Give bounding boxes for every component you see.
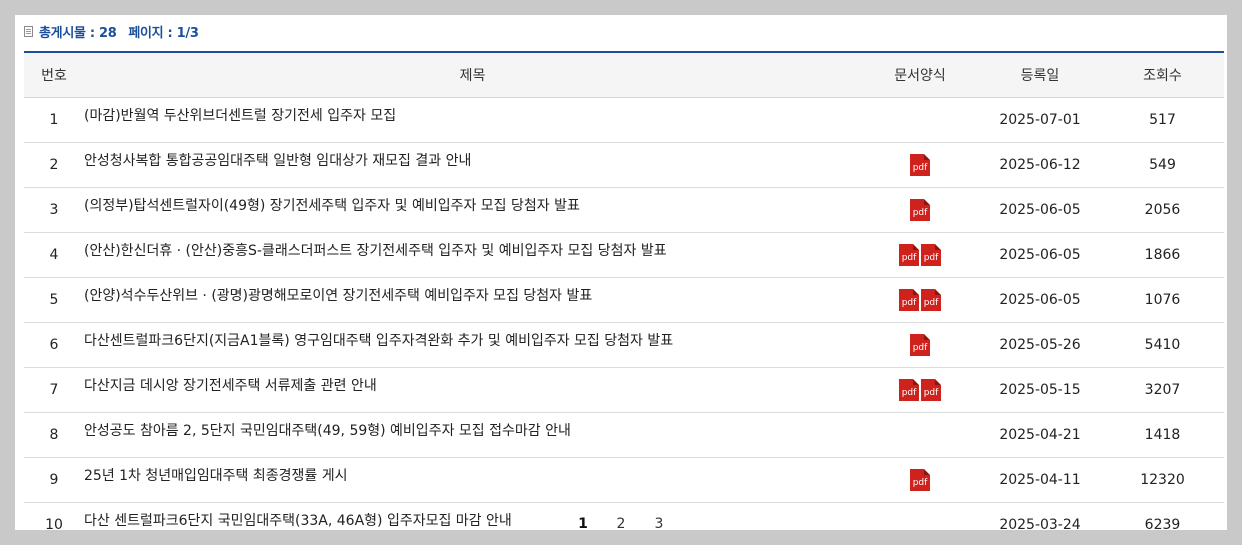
row-attachments: pdf [861,187,979,233]
row-attachments: pdf [861,457,979,503]
header-number: 번호 [24,52,84,98]
pdf-file-icon[interactable]: pdf [899,244,919,266]
row-attachments: pdf [861,322,979,368]
pdf-file-icon[interactable]: pdf [899,289,919,311]
row-views: 1866 [1101,232,1224,278]
row-views: 5410 [1101,322,1224,368]
pdf-file-icon[interactable]: pdf [921,244,941,266]
row-attachments: pdf pdf [861,232,979,278]
row-number: 5 [24,277,84,323]
pdf-file-icon[interactable]: pdf [899,379,919,401]
page-indicator: 페이지 : 1/3 [128,25,199,41]
row-number: 4 [24,232,84,278]
row-title-cell: 다산지금 데시앙 장기전세주택 서류제출 관련 안내 [84,367,861,413]
post-title-link[interactable]: (안양)석수두산위브 · (광명)광명해모로이연 장기전세주택 예비입주자 모집… [84,288,592,304]
table-header-row: 번호 제목 문서양식 등록일 조회수 [24,52,1224,98]
post-title-link[interactable]: 안성공도 참아름 2, 5단지 국민임대주택(49, 59형) 예비입주자 모집… [84,423,571,439]
row-number: 3 [24,187,84,233]
row-date: 2025-07-01 [979,97,1101,143]
row-attachments [861,412,979,458]
board-summary: 총게시물 : 28 페이지 : 1/3 [24,21,199,41]
summary-gap [120,24,124,39]
table-row: 9 25년 1차 청년매입임대주택 최종경쟁률 게시 pdf 2025-04-11 12… [24,457,1224,503]
document-list-icon [24,25,33,37]
table-row: 7 다산지금 데시앙 장기전세주택 서류제출 관련 안내 pdf pdf 2025-05… [24,367,1224,413]
pagination: 123 [15,516,1227,530]
row-title-cell: (안산)한신더휴 · (안산)중흥S-클래스더퍼스트 장기전세주택 입주자 및 … [84,232,861,278]
table-row: 3 (의정부)탑석센트럴자이(49형) 장기전세주택 입주자 및 예비입주자 모집… [24,187,1224,233]
post-title-link[interactable]: 다산센트럴파크6단지(지금A1블록) 영구임대주택 입주자격완화 추가 및 예비… [84,333,673,349]
table-row: 4 (안산)한신더휴 · (안산)중흥S-클래스더퍼스트 장기전세주택 입주자 및… [24,232,1224,278]
board-table: 번호 제목 문서양식 등록일 조회수 1 (마감)반월역 두산위브더센트럴 장기전… [24,51,1224,530]
pdf-file-icon[interactable]: pdf [910,334,930,356]
row-views: 12320 [1101,457,1224,503]
total-count: 총게시물 : 28 [39,25,117,41]
table-row: 8 안성공도 참아름 2, 5단지 국민임대주택(49, 59형) 예비입주자 모… [24,412,1224,458]
row-date: 2025-06-05 [979,232,1101,278]
row-title-cell: 안성공도 참아름 2, 5단지 국민임대주택(49, 59형) 예비입주자 모집… [84,412,861,458]
row-title-cell: 다산센트럴파크6단지(지금A1블록) 영구임대주택 입주자격완화 추가 및 예비… [84,322,861,368]
pdf-file-icon[interactable]: pdf [910,469,930,491]
row-views: 549 [1101,142,1224,188]
page-link-3[interactable]: 3 [640,516,678,530]
pdf-file-icon[interactable]: pdf [921,379,941,401]
board-panel: 총게시물 : 28 페이지 : 1/3 번호 제목 문서양식 등록일 조회수 1… [15,15,1227,530]
header-date: 등록일 [979,52,1101,98]
table-row: 1 (마감)반월역 두산위브더센트럴 장기전세 입주자 모집 2025-07-01 5… [24,97,1224,143]
row-views: 1418 [1101,412,1224,458]
row-date: 2025-05-26 [979,322,1101,368]
row-title-cell: 25년 1차 청년매입임대주택 최종경쟁률 게시 [84,457,861,503]
row-date: 2025-06-05 [979,187,1101,233]
header-title: 제목 [84,52,861,98]
post-title-link[interactable]: 다산지금 데시앙 장기전세주택 서류제출 관련 안내 [84,378,377,394]
pdf-file-icon[interactable]: pdf [910,154,930,176]
post-title-link[interactable]: (의정부)탑석센트럴자이(49형) 장기전세주택 입주자 및 예비입주자 모집 … [84,198,580,214]
row-date: 2025-04-11 [979,457,1101,503]
row-number: 1 [24,97,84,143]
row-attachments: pdf pdf [861,367,979,413]
row-number: 8 [24,412,84,458]
pdf-file-icon[interactable]: pdf [910,199,930,221]
table-row: 2 안성청사복합 통합공공임대주택 일반형 임대상가 재모집 결과 안내 pdf 20… [24,142,1224,188]
row-attachments: pdf pdf [861,277,979,323]
row-views: 1076 [1101,277,1224,323]
row-title-cell: (의정부)탑석센트럴자이(49형) 장기전세주택 입주자 및 예비입주자 모집 … [84,187,861,233]
row-views: 3207 [1101,367,1224,413]
row-title-cell: 안성청사복합 통합공공임대주택 일반형 임대상가 재모집 결과 안내 [84,142,861,188]
row-date: 2025-04-21 [979,412,1101,458]
table-body: 1 (마감)반월역 두산위브더센트럴 장기전세 입주자 모집 2025-07-01 5… [24,97,1224,530]
header-views: 조회수 [1101,52,1224,98]
row-title-cell: (마감)반월역 두산위브더센트럴 장기전세 입주자 모집 [84,97,861,143]
table-row: 6 다산센트럴파크6단지(지금A1블록) 영구임대주택 입주자격완화 추가 및 예… [24,322,1224,368]
row-number: 2 [24,142,84,188]
row-number: 9 [24,457,84,503]
table-row: 5 (안양)석수두산위브 · (광명)광명해모로이연 장기전세주택 예비입주자 모… [24,277,1224,323]
row-views: 517 [1101,97,1224,143]
row-number: 6 [24,322,84,368]
pdf-file-icon[interactable]: pdf [921,289,941,311]
header-document-form: 문서양식 [861,52,979,98]
row-number: 7 [24,367,84,413]
row-attachments: pdf [861,142,979,188]
page-link-1[interactable]: 1 [564,516,602,530]
post-title-link[interactable]: (마감)반월역 두산위브더센트럴 장기전세 입주자 모집 [84,108,396,124]
post-title-link[interactable]: 안성청사복합 통합공공임대주택 일반형 임대상가 재모집 결과 안내 [84,153,471,169]
row-attachments [861,97,979,143]
post-title-link[interactable]: (안산)한신더휴 · (안산)중흥S-클래스더퍼스트 장기전세주택 입주자 및 … [84,243,667,259]
row-date: 2025-05-15 [979,367,1101,413]
page-link-2[interactable]: 2 [602,516,640,530]
post-title-link[interactable]: 25년 1차 청년매입임대주택 최종경쟁률 게시 [84,468,347,484]
row-date: 2025-06-12 [979,142,1101,188]
row-date: 2025-06-05 [979,277,1101,323]
row-views: 2056 [1101,187,1224,233]
row-title-cell: (안양)석수두산위브 · (광명)광명해모로이연 장기전세주택 예비입주자 모집… [84,277,861,323]
